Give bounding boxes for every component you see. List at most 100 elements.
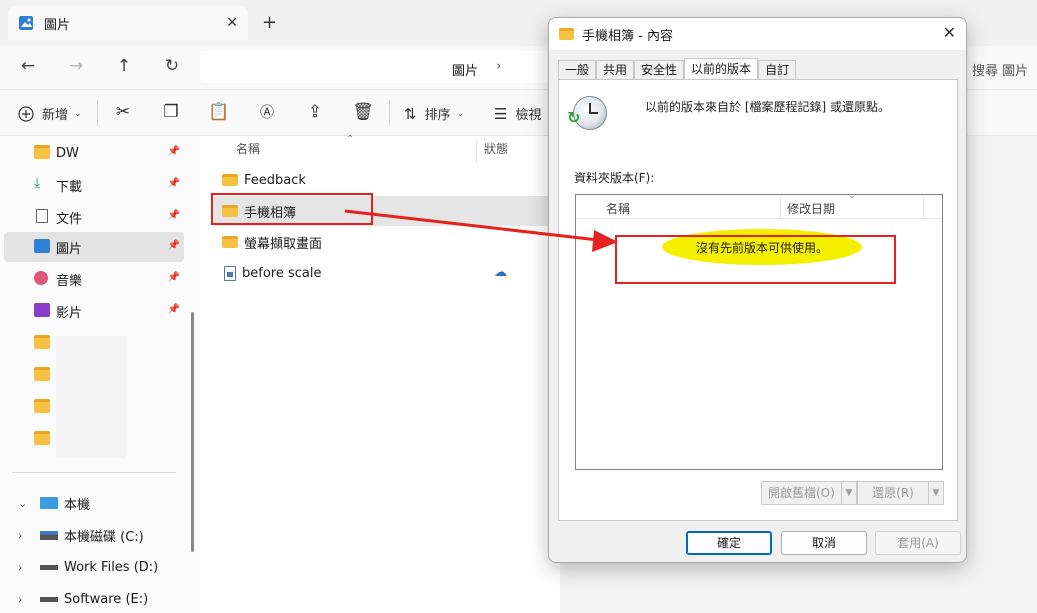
tree-item-drive-e[interactable]: › Software (E:)	[18, 586, 148, 612]
restore-button[interactable]: 還原(R) ▼	[857, 481, 944, 505]
pictures-icon	[19, 16, 33, 30]
chevron-down-icon[interactable]: ⌄	[18, 497, 32, 510]
tab-security[interactable]: 安全性	[634, 60, 685, 80]
sidebar-item-pictures[interactable]: 圖片 📌	[4, 232, 184, 262]
sort-icon: ⇅	[404, 104, 417, 123]
breadcrumb-chevron-icon[interactable]: ›	[496, 59, 501, 74]
column-separator[interactable]	[923, 195, 924, 219]
dialog-tabs: 一般 共用 安全性 以前的版本 自訂	[558, 58, 797, 80]
sidebar-item-videos[interactable]: 影片 📌	[4, 296, 184, 326]
back-arrow-icon[interactable]: ←	[16, 56, 40, 76]
column-separator[interactable]	[780, 195, 781, 219]
file-row-screenshots[interactable]: 螢幕擷取畫面	[214, 227, 554, 257]
sidebar-item-label: 音樂	[56, 273, 83, 289]
share-icon[interactable]: ⇪	[303, 102, 327, 122]
sidebar-item-documents[interactable]: 文件 📌	[4, 202, 184, 232]
refresh-icon[interactable]: ↻	[160, 56, 184, 76]
column-header-status[interactable]: 狀態	[484, 140, 508, 157]
dialog-close-icon[interactable]: ✕	[943, 23, 956, 42]
column-separator[interactable]	[476, 140, 477, 162]
file-name: Feedback	[244, 172, 306, 188]
column-header-modified-date[interactable]: 修改日期	[787, 200, 835, 217]
previous-versions-panel: ↻ 以前的版本來自於 [檔案歷程記錄] 或還原點。 資料夾版本(F): ⌄ 名稱…	[558, 79, 958, 521]
new-button-label: 新增	[42, 108, 69, 123]
tab-general[interactable]: 一般	[558, 60, 597, 80]
music-icon	[34, 271, 48, 285]
apply-button[interactable]: 套用(A)	[875, 531, 961, 555]
view-button-label: 檢視	[515, 108, 542, 123]
toolbar-divider	[389, 100, 390, 126]
chevron-right-icon[interactable]: ›	[18, 561, 32, 574]
tab-previous-versions[interactable]: 以前的版本	[684, 58, 759, 80]
search-input[interactable]: 搜尋 圖片	[972, 60, 1028, 79]
sidebar-item-dw[interactable]: DW 📌	[4, 138, 184, 168]
redacted-area	[56, 336, 126, 458]
cancel-button[interactable]: 取消	[781, 531, 867, 555]
restore-arrow-icon: ↻	[567, 108, 581, 127]
cut-icon[interactable]: ✂	[111, 102, 135, 122]
versions-list[interactable]: ⌄ 名稱 修改日期 沒有先前版本可供使用。	[575, 191, 943, 470]
file-row-feedback[interactable]: Feedback	[214, 165, 554, 195]
file-name: 螢幕擷取畫面	[244, 236, 323, 252]
tree-item-label: 本機磁碟 (C:)	[64, 529, 144, 545]
sidebar-item-label: 影片	[56, 305, 83, 321]
plus-circle-icon	[18, 105, 34, 122]
breadcrumb-pictures[interactable]: 圖片	[452, 60, 478, 79]
dialog-titlebar[interactable]: 手機相簿 - 內容 ✕	[549, 18, 966, 50]
pin-icon[interactable]: 📌	[168, 304, 180, 315]
chevron-right-icon[interactable]: ›	[18, 529, 32, 542]
copy-icon[interactable]: ❐	[159, 102, 183, 122]
column-header-name[interactable]: 名稱	[236, 140, 260, 157]
previous-versions-info: 以前的版本來自於 [檔案歷程記錄] 或還原點。	[645, 100, 890, 114]
explorer-tab[interactable]: 圖片 ✕	[8, 6, 248, 40]
pin-icon[interactable]: 📌	[168, 146, 180, 157]
view-button[interactable]: ☰ 檢視	[494, 104, 542, 124]
file-row-before-scale[interactable]: before scale ☁	[214, 258, 554, 288]
pin-icon[interactable]: 📌	[168, 240, 180, 251]
toolbar-divider	[97, 100, 98, 126]
pin-icon[interactable]: 📌	[168, 178, 180, 189]
annotation-highlight-box	[615, 235, 896, 284]
open-button-label: 開啟舊檔(O)	[762, 482, 842, 504]
new-button[interactable]: 新增 ⌄	[18, 104, 82, 123]
drive-icon	[40, 596, 58, 602]
column-header-name[interactable]: 名稱	[606, 200, 630, 217]
sidebar-item-downloads[interactable]: ⤓ 下載 📌	[4, 170, 184, 200]
forward-arrow-icon[interactable]: →	[64, 56, 88, 76]
folder-icon	[559, 28, 574, 40]
sidebar-scrollbar[interactable]	[191, 312, 194, 552]
sidebar-item-label: 下載	[56, 179, 83, 195]
annotation-highlight-box	[211, 193, 373, 225]
new-tab-button[interactable]: +	[262, 12, 277, 33]
download-icon: ⤓	[34, 175, 41, 191]
sidebar-item-music[interactable]: 音樂 📌	[4, 264, 184, 294]
tab-customize[interactable]: 自訂	[758, 60, 797, 80]
chevron-down-icon[interactable]: ▼	[842, 488, 856, 498]
tree-item-drive-d[interactable]: › Work Files (D:)	[18, 554, 158, 580]
pin-icon[interactable]: 📌	[168, 210, 180, 221]
rename-icon[interactable]: Ⓐ	[255, 102, 279, 122]
folder-versions-label: 資料夾版本(F):	[574, 171, 655, 185]
delete-icon[interactable]: 🗑	[351, 102, 375, 122]
tree-item-drive-c[interactable]: › 本機磁碟 (C:)	[18, 522, 144, 548]
restore-button-label: 還原(R)	[858, 482, 929, 504]
tree-item-label: 本機	[64, 497, 91, 513]
tab-sharing[interactable]: 共用	[596, 60, 635, 80]
folder-icon	[34, 335, 50, 349]
pictures-icon	[34, 239, 50, 253]
sort-button[interactable]: ⇅ 排序 ⌄	[404, 104, 464, 124]
chevron-right-icon[interactable]: ›	[18, 593, 32, 606]
ok-button[interactable]: 確定	[686, 531, 772, 555]
paste-icon[interactable]: 📋	[207, 102, 231, 122]
pin-icon[interactable]: 📌	[168, 272, 180, 283]
chevron-down-icon[interactable]: ▼	[929, 488, 943, 498]
video-icon	[34, 303, 50, 317]
folder-icon	[222, 174, 238, 186]
drive-icon	[40, 564, 58, 570]
tree-item-this-pc[interactable]: ⌄ 本機	[18, 490, 90, 516]
up-arrow-icon[interactable]: ↑	[112, 56, 136, 76]
open-button[interactable]: 開啟舊檔(O) ▼	[761, 481, 857, 505]
tab-close-icon[interactable]: ✕	[226, 15, 238, 31]
properties-dialog: 手機相簿 - 內容 ✕ 一般 共用 安全性 以前的版本 自訂 ↻ 以前的版本來自…	[548, 17, 967, 563]
sort-button-label: 排序	[424, 108, 451, 123]
